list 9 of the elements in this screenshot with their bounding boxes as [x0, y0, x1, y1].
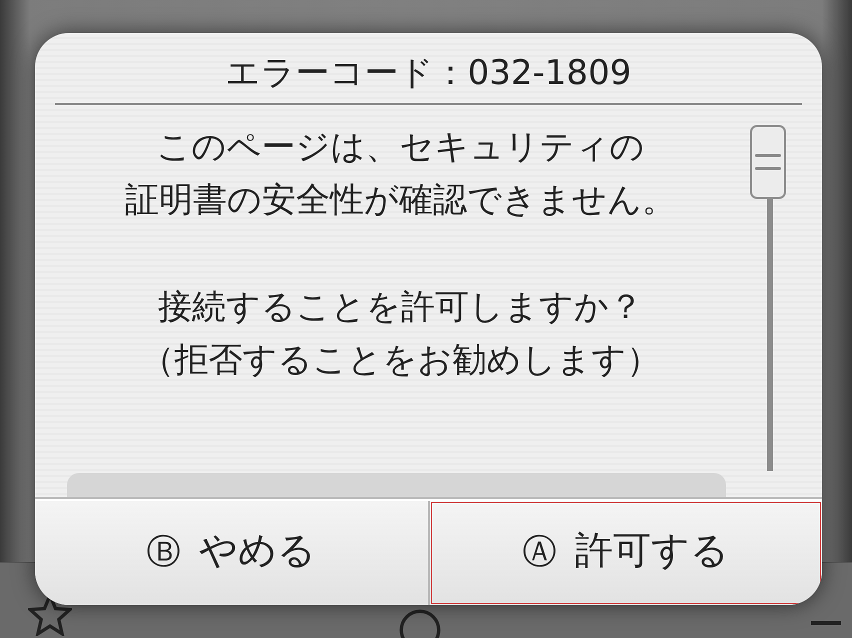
- menu-icon[interactable]: [810, 618, 842, 628]
- scroll-thumb[interactable]: [750, 125, 786, 199]
- message-text: 証明書の安全性が確認できません。: [125, 180, 676, 220]
- dialog-title: エラーコード：032-1809: [224, 52, 632, 95]
- dialog-button[interactable]: Ⓑ やめる: [35, 501, 430, 605]
- dialog-button[interactable]: Ⓐ 許可する: [430, 501, 822, 605]
- message-text: 接続することを許可しますか？: [158, 287, 643, 327]
- message-text: このページは、セキュリティの: [156, 127, 644, 167]
- message-text: （拒否することをお勧めします）: [140, 340, 660, 380]
